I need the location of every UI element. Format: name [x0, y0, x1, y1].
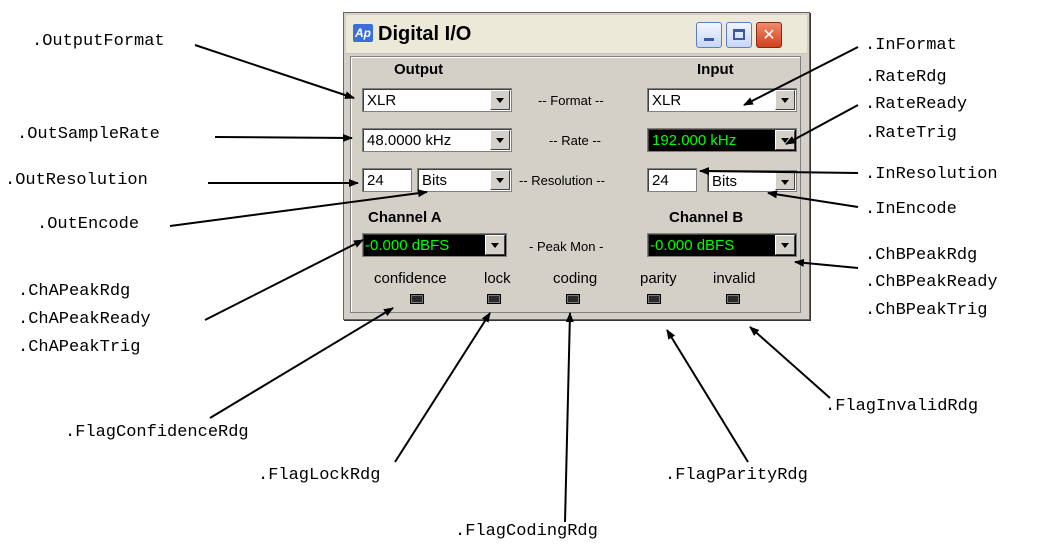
- resolution-row-label: -- Resolution --: [519, 173, 605, 188]
- arrow-flag-confidence: [209, 307, 394, 419]
- maximize-icon: [733, 29, 745, 40]
- minimize-icon: [704, 38, 714, 41]
- chevron-down-icon[interactable]: [775, 90, 795, 110]
- arrow-ch-a-peak: [204, 239, 364, 321]
- annotation-ch-a-peak-rdg: .ChAPeakRdg: [18, 282, 131, 301]
- flag-confidence-label: confidence: [374, 270, 447, 287]
- chevron-down-icon[interactable]: [485, 235, 505, 255]
- output-resolution-field[interactable]: 24: [362, 168, 412, 192]
- window-title: Digital I/O: [378, 23, 472, 45]
- annotation-flag-invalid-rdg: .FlagInvalidRdg: [825, 397, 979, 416]
- annotation-ch-b-peak-rdg: .ChBPeakRdg: [865, 246, 978, 265]
- output-sample-rate-select[interactable]: 48.0000 kHz: [362, 128, 512, 152]
- annotation-ch-a-peak-ready: .ChAPeakReady: [18, 310, 151, 329]
- digital-io-window: Ap Digital I/O ✕ Output Input XLR -- For…: [343, 12, 810, 320]
- input-encode-select[interactable]: Bits: [707, 170, 797, 192]
- arrow-output-format: [194, 44, 355, 99]
- chevron-down-icon[interactable]: [490, 170, 510, 190]
- input-resolution-value: 24: [652, 172, 669, 189]
- output-resolution-value: 24: [367, 172, 384, 189]
- channel-a-peak-reading[interactable]: -0.000 dBFS: [362, 233, 507, 257]
- channel-a-peak-value: -0.000 dBFS: [365, 237, 450, 254]
- output-header: Output: [394, 61, 444, 78]
- input-encode-value: Bits: [712, 173, 738, 190]
- minimize-button[interactable]: [696, 22, 722, 48]
- annotation-ch-b-peak-trig: .ChBPeakTrig: [865, 301, 988, 320]
- annotation-in-resolution: .InResolution: [865, 165, 998, 184]
- flag-coding-indicator: [566, 294, 580, 304]
- flag-lock-label: lock: [484, 270, 511, 287]
- arrow-flag-lock: [394, 312, 491, 463]
- output-format-select[interactable]: XLR: [362, 88, 512, 112]
- close-button[interactable]: ✕: [756, 22, 782, 48]
- flag-parity-label: parity: [640, 270, 677, 287]
- close-icon: ✕: [762, 25, 776, 44]
- output-format-value: XLR: [367, 92, 397, 109]
- app-icon: Ap: [353, 24, 373, 42]
- channel-b-peak-reading[interactable]: -0.000 dBFS: [647, 233, 797, 257]
- format-row-label: -- Format --: [538, 93, 604, 108]
- annotation-in-encode: .InEncode: [865, 200, 957, 219]
- flag-coding-label: coding: [553, 270, 598, 287]
- annotation-out-encode: .OutEncode: [37, 215, 140, 234]
- rate-row-label: -- Rate --: [549, 133, 601, 148]
- input-header: Input: [697, 61, 734, 78]
- flag-invalid-label: invalid: [713, 270, 756, 287]
- flag-parity-indicator: [647, 294, 661, 304]
- annotation-flag-lock-rdg: .FlagLockRdg: [258, 466, 381, 485]
- channel-b-peak-value: -0.000 dBFS: [650, 237, 735, 254]
- input-rate-reading[interactable]: 192.000 kHz: [647, 128, 797, 152]
- flag-lock-indicator: [487, 294, 501, 304]
- input-format-value: XLR: [652, 92, 682, 109]
- peak-mon-label: - Peak Mon -: [529, 239, 604, 254]
- arrow-out-sample-rate: [214, 133, 353, 142]
- chevron-down-icon[interactable]: [490, 90, 510, 110]
- annotation-ch-a-peak-trig: .ChAPeakTrig: [18, 338, 141, 357]
- title-bar[interactable]: Ap Digital I/O ✕: [346, 15, 807, 54]
- output-sample-rate-value: 48.0000 kHz: [367, 132, 452, 149]
- digital-io-panel: Output Input XLR -- Format -- XLR 48.000…: [350, 56, 801, 313]
- arrow-flag-coding: [564, 312, 574, 523]
- output-encode-select[interactable]: Bits: [417, 168, 512, 192]
- chevron-down-icon[interactable]: [775, 130, 795, 150]
- annotation-out-resolution: .OutResolution: [5, 171, 148, 190]
- annotation-out-sample-rate: .OutSampleRate: [17, 125, 160, 144]
- annotation-flag-coding-rdg: .FlagCodingRdg: [455, 522, 598, 541]
- annotation-rate-trig: .RateTrig: [865, 124, 957, 143]
- input-resolution-field[interactable]: 24: [647, 168, 697, 192]
- annotation-flag-parity-rdg: .FlagParityRdg: [665, 466, 808, 485]
- flag-confidence-indicator: [410, 294, 424, 304]
- chevron-down-icon[interactable]: [490, 130, 510, 150]
- annotation-rate-ready: .RateReady: [865, 95, 968, 114]
- chevron-down-icon[interactable]: [775, 172, 795, 190]
- annotation-ch-b-peak-ready: .ChBPeakReady: [865, 273, 998, 292]
- input-format-select[interactable]: XLR: [647, 88, 797, 112]
- arrow-flag-invalid: [749, 326, 831, 399]
- channel-b-header: Channel B: [669, 209, 744, 226]
- input-rate-value: 192.000 kHz: [652, 132, 737, 149]
- channel-a-header: Channel A: [368, 209, 442, 226]
- flag-invalid-indicator: [726, 294, 740, 304]
- annotation-in-format: .InFormat: [865, 36, 957, 55]
- annotation-output-format: .OutputFormat: [32, 32, 165, 51]
- maximize-button[interactable]: [726, 22, 752, 48]
- annotation-flag-confidence-rdg: .FlagConfidenceRdg: [65, 423, 249, 442]
- chevron-down-icon[interactable]: [775, 235, 795, 255]
- output-encode-value: Bits: [422, 172, 448, 189]
- arrow-flag-parity: [666, 329, 749, 463]
- annotation-rate-rdg: .RateRdg: [865, 68, 947, 87]
